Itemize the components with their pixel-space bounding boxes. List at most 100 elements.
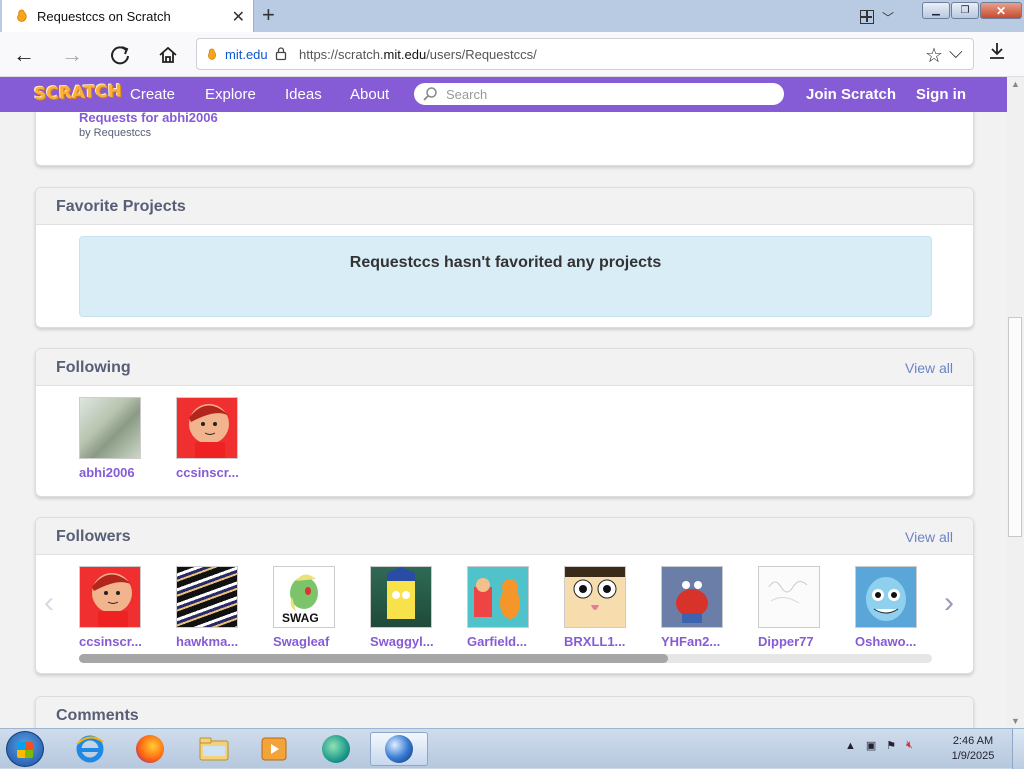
page-content: Requests for abhi2006 by Requestccs Favo… [0, 112, 1007, 728]
forward-icon[interactable]: → [58, 41, 86, 69]
action-center-flag-icon[interactable]: ⚑ [886, 739, 896, 752]
followers-box: Followers View all ‹ ccsinscr... hawkma.… [35, 517, 974, 674]
avatar[interactable]: SWAG [273, 566, 335, 628]
site-identity[interactable]: mit.edu [225, 47, 268, 62]
project-title[interactable]: Requests for abhi2006 [79, 112, 218, 125]
scrollbar-thumb[interactable] [1008, 317, 1022, 537]
tab-close-icon[interactable]: ✕ [232, 7, 245, 27]
network-icon[interactable]: ▣ [866, 739, 876, 752]
close-window-button[interactable]: ✕ [980, 2, 1022, 19]
username[interactable]: Swaggyl... [370, 634, 467, 649]
search-icon [423, 87, 437, 101]
cartoon-face-icon [565, 567, 625, 610]
lock-icon[interactable] [275, 46, 287, 61]
scroll-right-arrow-icon[interactable]: › [944, 586, 954, 620]
restore-button[interactable]: ❐ [951, 2, 979, 19]
url-text[interactable]: https://scratch.mit.edu/users/Requestccs… [299, 47, 537, 62]
list-item[interactable]: BRXLL1... [564, 566, 661, 662]
show-desktop-button[interactable] [1012, 729, 1024, 769]
bookmark-star-icon[interactable]: ☆ [925, 43, 943, 68]
box-header: Followers View all [36, 518, 973, 555]
username[interactable]: hawkma... [176, 634, 273, 649]
scroll-up-icon[interactable]: ▲ [1011, 79, 1020, 89]
list-item[interactable]: ccsinscr... [176, 397, 273, 493]
avatar[interactable] [176, 566, 238, 628]
sign-in-link[interactable]: Sign in [916, 86, 966, 103]
avatar[interactable] [758, 566, 820, 628]
nav-create[interactable]: Create [130, 86, 175, 103]
page-scrollbar[interactable]: ▲ ▼ [1007, 77, 1024, 728]
avatar[interactable] [855, 566, 917, 628]
file-explorer-icon[interactable] [188, 732, 240, 766]
username[interactable]: Oshawo... [855, 634, 952, 649]
nav-about[interactable]: About [350, 86, 389, 103]
avatar[interactable] [176, 397, 238, 459]
list-item[interactable]: Garfield... [467, 566, 564, 662]
list-item[interactable]: Swaggyl... [370, 566, 467, 662]
download-icon[interactable] [988, 41, 1006, 67]
scroll-left-arrow-icon[interactable]: ‹ [44, 586, 54, 620]
volume-muted-icon[interactable]: 🔇︎ [906, 739, 913, 752]
username[interactable]: ccsinscr... [176, 465, 273, 480]
chevron-down-icon[interactable]: ⌵ [949, 42, 963, 63]
nav-ideas[interactable]: Ideas [285, 86, 322, 103]
start-button[interactable] [6, 731, 44, 767]
browser-taskbar-button[interactable] [370, 732, 428, 766]
app-icon[interactable] [310, 732, 362, 766]
search-input[interactable] [446, 86, 776, 102]
scratch-logo[interactable]: SCRATCH [34, 81, 123, 104]
clock-date: 1/9/2025 [951, 750, 995, 762]
username[interactable]: YHFan2... [661, 634, 758, 649]
nav-explore[interactable]: Explore [205, 86, 256, 103]
list-all-tabs-button[interactable]: ﹀ [860, 8, 906, 26]
search-box [414, 83, 784, 105]
scratch-favicon-icon [17, 9, 27, 22]
url-path: /users/Requestccs/ [426, 47, 537, 62]
avatar[interactable] [661, 566, 723, 628]
avatar[interactable] [370, 566, 432, 628]
list-item[interactable]: abhi2006 [79, 397, 176, 493]
oshawott-icon [866, 577, 906, 621]
followers-scrollbar[interactable] [79, 654, 932, 663]
site-favicon-icon [208, 48, 216, 60]
username[interactable]: Swagleaf [273, 634, 370, 649]
avatar[interactable] [79, 566, 141, 631]
firefox-icon[interactable] [124, 732, 176, 766]
list-item[interactable]: hawkma... [176, 566, 273, 662]
followers-list: ccsinscr... hawkma... SWAG Swagleaf Swag… [79, 566, 952, 662]
chevron-down-icon: ﹀ [882, 10, 895, 25]
system-tray: ▲ ▣ ⚑ 🔇︎ [845, 739, 913, 752]
username[interactable]: BRXLL1... [564, 634, 661, 649]
clock[interactable]: 2:46 AM 1/9/2025 [950, 734, 996, 764]
home-icon[interactable] [154, 41, 182, 69]
new-tab-icon[interactable]: + [262, 4, 275, 26]
tab-title: Requestccs on Scratch [37, 8, 171, 24]
following-view-all-link[interactable]: View all [905, 360, 953, 376]
scrollbar-thumb[interactable] [79, 654, 668, 663]
list-item[interactable]: Oshawo... [855, 566, 952, 662]
username[interactable]: ccsinscr... [79, 634, 176, 649]
address-bar[interactable]: mit.edu https://scratch.mit.edu/users/Re… [196, 38, 974, 70]
followers-view-all-link[interactable]: View all [905, 529, 953, 545]
list-item[interactable]: ccsinscr... [79, 566, 176, 662]
list-item[interactable]: SWAG Swagleaf [273, 566, 370, 662]
show-hidden-icons-icon[interactable]: ▲ [845, 740, 856, 752]
url-prefix: https://scratch. [299, 47, 384, 62]
scroll-down-icon[interactable]: ▼ [1011, 716, 1020, 726]
username[interactable]: Dipper77 [758, 634, 855, 649]
username[interactable]: Garfield... [467, 634, 564, 649]
avatar[interactable] [564, 566, 626, 628]
join-scratch-link[interactable]: Join Scratch [806, 86, 896, 103]
minimize-button[interactable]: ▁ [922, 2, 950, 19]
media-player-icon[interactable] [248, 732, 300, 766]
internet-explorer-icon[interactable] [64, 732, 116, 766]
back-icon[interactable]: ← [10, 41, 38, 69]
reload-icon[interactable] [106, 41, 134, 69]
project-byline: by Requestccs [79, 127, 152, 139]
avatar[interactable] [467, 566, 529, 628]
list-item[interactable]: YHFan2... [661, 566, 758, 662]
avatar[interactable] [79, 397, 141, 459]
list-item[interactable]: Dipper77 [758, 566, 855, 662]
username[interactable]: abhi2006 [79, 465, 176, 480]
tab-scratch[interactable]: Requestccs on Scratch ✕ [2, 0, 254, 32]
